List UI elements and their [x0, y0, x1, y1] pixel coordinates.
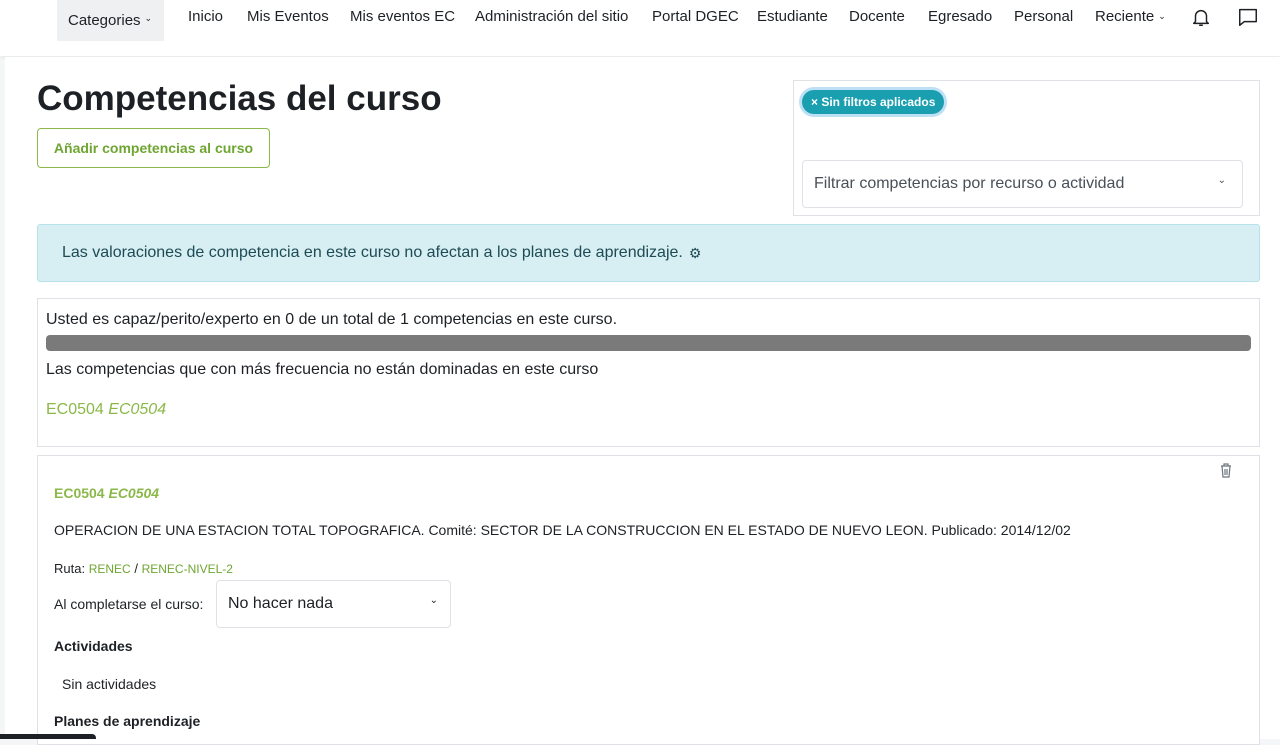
- filter-panel: × Sin filtros aplicados Filtrar competen…: [793, 80, 1260, 216]
- nav-item-estudiante[interactable]: Estudiante: [757, 8, 828, 25]
- filter-activity-select[interactable]: Filtrar competencias por recurso o activ…: [802, 160, 1243, 208]
- chevron-down-icon: ⌄: [144, 13, 153, 23]
- page-title: Competencias del curso: [37, 79, 442, 118]
- competency-card: EC0504 EC0504 OPERACION DE UNA ESTACION …: [37, 455, 1260, 745]
- nav-item-portal-dgec[interactable]: Portal DGEC: [652, 8, 739, 25]
- completion-rule-value: No hacer nada: [228, 595, 333, 612]
- bottom-edge-bar: [0, 734, 96, 739]
- competency-code-italic: EC0504: [108, 485, 160, 501]
- chevron-down-icon: ⌄: [1217, 175, 1226, 186]
- top-navigation: Categories ⌄ Inicio Mis Eventos Mis even…: [0, 0, 1280, 56]
- frequent-unmastered-text: Las competencias que con más frecuencia …: [46, 361, 599, 378]
- chevron-down-icon: ⌄: [429, 595, 438, 606]
- nav-categories-label: Categories: [68, 12, 141, 29]
- bell-icon[interactable]: [1190, 6, 1212, 28]
- add-competencies-button[interactable]: Añadir competencias al curso: [37, 128, 270, 168]
- competency-summary: Usted es capaz/perito/experto en 0 de un…: [37, 298, 1260, 447]
- path-link-renec[interactable]: RENEC: [89, 562, 131, 576]
- nav-item-mis-eventos-ec[interactable]: Mis eventos EC: [350, 8, 455, 25]
- completion-label: Al completarse el curso:: [54, 596, 204, 612]
- nav-item-inicio[interactable]: Inicio: [188, 8, 223, 25]
- nav-recent-label: Reciente: [1095, 8, 1155, 25]
- chat-icon[interactable]: [1237, 6, 1259, 28]
- activities-heading: Actividades: [54, 638, 133, 654]
- nav-item-egresado[interactable]: Egresado: [928, 8, 992, 25]
- path-separator: /: [130, 561, 142, 576]
- competency-title-link[interactable]: EC0504 EC0504: [54, 485, 159, 501]
- gear-icon[interactable]: ⚙: [689, 245, 702, 262]
- filter-select-placeholder: Filtrar competencias por recurso o activ…: [814, 175, 1125, 192]
- progress-bar-fill: [46, 335, 1251, 351]
- alert-text: Las valoraciones de competencia en este …: [62, 244, 683, 261]
- frequent-competency-code: EC0504: [46, 401, 104, 418]
- frequent-competency-code-italic: EC0504: [108, 401, 167, 418]
- competency-path: Ruta: RENEC / RENEC-NIVEL-2: [54, 561, 233, 576]
- info-alert: Las valoraciones de competencia en este …: [37, 224, 1260, 282]
- chevron-down-icon: ⌄: [1158, 11, 1166, 21]
- learning-plans-heading: Planes de aprendizaje: [54, 713, 201, 729]
- nav-recent-dropdown[interactable]: Reciente ⌄: [1095, 8, 1166, 25]
- trash-icon[interactable]: [1219, 462, 1233, 478]
- nav-categories-dropdown[interactable]: Categories ⌄: [57, 0, 164, 41]
- path-link-renec-nivel-2[interactable]: RENEC-NIVEL-2: [142, 562, 233, 576]
- completion-rule-select[interactable]: No hacer nada ⌄: [216, 580, 451, 628]
- activities-empty: Sin actividades: [62, 676, 157, 692]
- summary-text: Usted es capaz/perito/experto en 0 de un…: [46, 311, 618, 328]
- nav-item-personal[interactable]: Personal: [1014, 8, 1073, 25]
- nav-item-docente[interactable]: Docente: [849, 8, 905, 25]
- no-filters-pill[interactable]: × Sin filtros aplicados: [802, 90, 945, 114]
- competency-code: EC0504: [54, 485, 105, 501]
- frequent-competency-link[interactable]: EC0504 EC0504: [46, 401, 166, 419]
- competency-description: OPERACION DE UNA ESTACION TOTAL TOPOGRAF…: [54, 522, 1071, 538]
- nav-item-mis-eventos[interactable]: Mis Eventos: [247, 8, 329, 25]
- path-label: Ruta:: [54, 561, 86, 576]
- progress-bar: [46, 335, 1251, 351]
- nav-item-administracion[interactable]: Administración del sitio: [475, 8, 628, 25]
